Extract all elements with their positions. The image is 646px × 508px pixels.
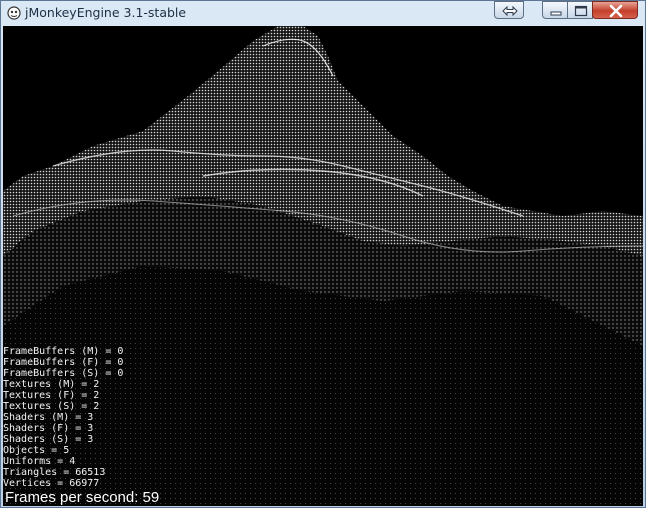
app-window: jMonkeyEngine 3.1-stable FrameBuffers (M… [0,0,646,508]
stat-line: Shaders (S) = 3 [3,434,94,445]
render-viewport[interactable]: FrameBuffers (M) = 0 FrameBuffers (F) = … [3,26,643,506]
stat-line: Shaders (M) = 3 [3,412,94,423]
close-icon [609,4,623,18]
fullscreen-toggle-button[interactable] [494,1,524,19]
stat-line: Triangles = 66513 [3,467,106,478]
stat-line: Uniforms = 4 [3,456,76,467]
stat-line: Objects = 5 [3,445,70,456]
stat-line: Textures (F) = 2 [3,390,100,401]
close-button[interactable] [592,1,638,19]
swap-arrows-icon [502,5,518,17]
maximize-button[interactable] [567,1,593,19]
jmonkey-app-icon [7,6,21,20]
stat-line: Textures (M) = 2 [3,379,100,390]
stat-line: FrameBuffers (M) = 0 [3,346,124,357]
maximize-icon [574,5,588,17]
stat-line: Shaders (F) = 3 [3,423,94,434]
window-title: jMonkeyEngine 3.1-stable [25,5,187,20]
fps-counter: Frames per second: 59 [5,489,160,506]
stat-line: Vertices = 66977 [3,478,100,489]
minimize-icon [550,11,562,16]
render-statistics: FrameBuffers (M) = 0 FrameBuffers (F) = … [3,346,123,489]
minimize-button[interactable] [542,1,568,19]
stat-line: FrameBuffers (S) = 0 [3,368,124,379]
stat-line: Textures (S) = 2 [3,401,100,412]
stat-line: FrameBuffers (F) = 0 [3,357,124,368]
title-bar[interactable]: jMonkeyEngine 3.1-stable [1,1,645,25]
